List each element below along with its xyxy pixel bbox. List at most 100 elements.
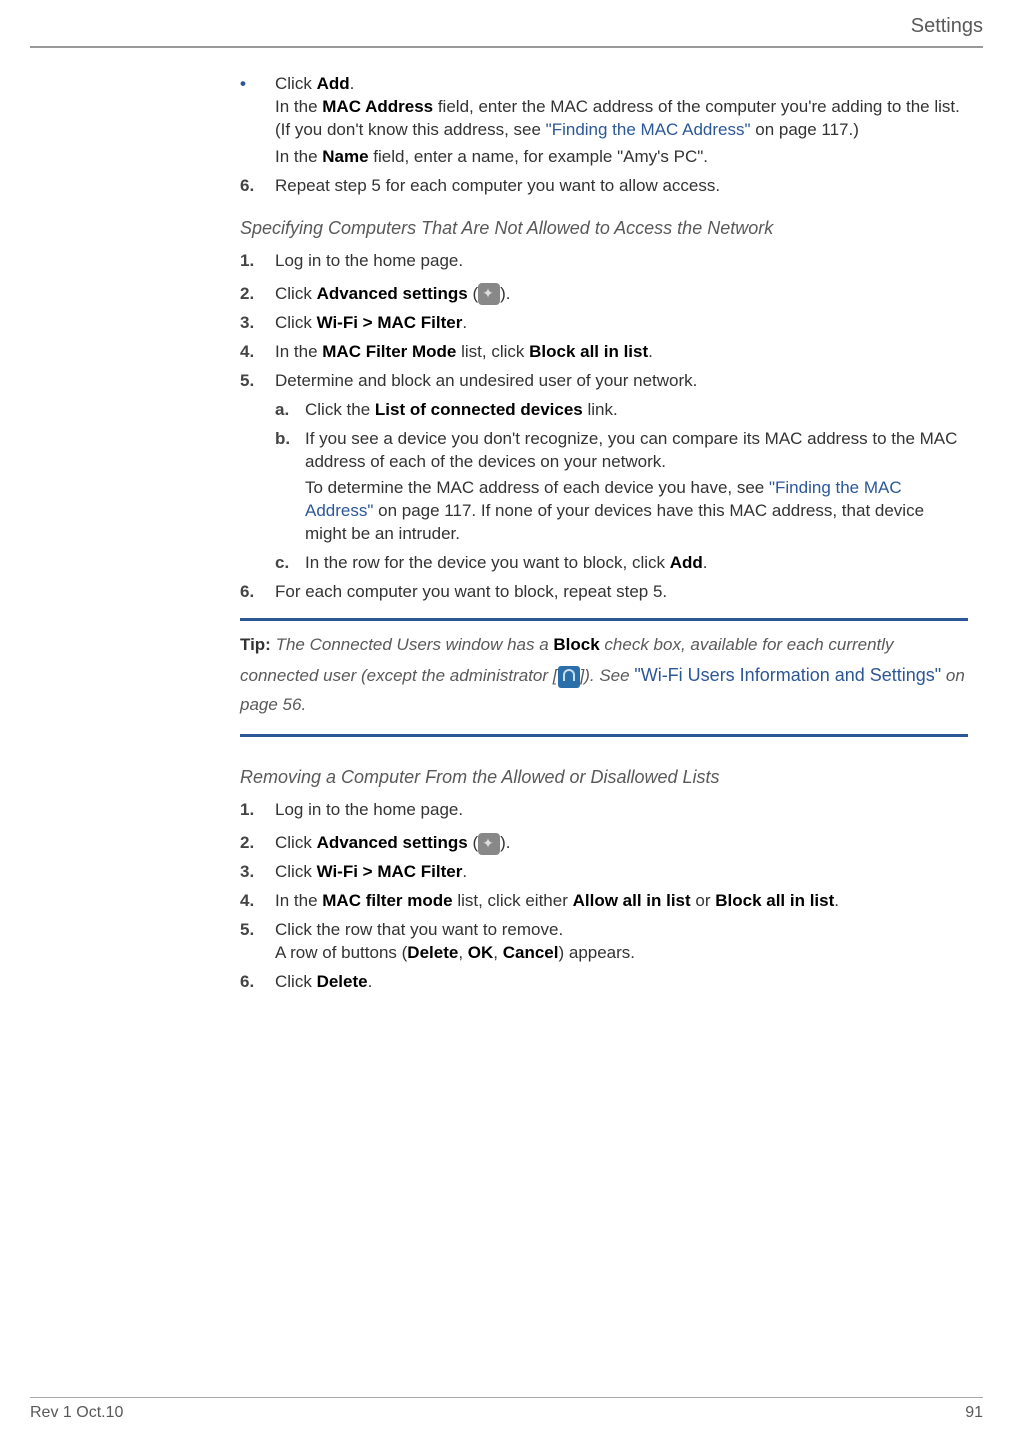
step-body: Click Wi-Fi > MAC Filter. bbox=[275, 861, 968, 884]
substep-body: In the row for the device you want to bl… bbox=[305, 552, 968, 575]
bold-text: Cancel bbox=[503, 943, 559, 962]
text: link. bbox=[583, 400, 618, 419]
step-number: 2. bbox=[240, 832, 275, 855]
bold-text: MAC filter mode bbox=[322, 891, 452, 910]
paragraph: In the MAC Address field, enter the MAC … bbox=[275, 96, 968, 142]
step-number: 3. bbox=[240, 312, 275, 335]
text: Click bbox=[275, 833, 317, 852]
bold-text: Wi-Fi > MAC Filter bbox=[317, 313, 463, 332]
bold-text: OK bbox=[468, 943, 494, 962]
page-footer: Rev 1 Oct.10 91 bbox=[30, 1397, 983, 1422]
step-body: Click Advanced settings (). bbox=[275, 832, 968, 855]
bold-text: Delete bbox=[317, 972, 368, 991]
text: The Connected Users window has a bbox=[276, 635, 554, 654]
bold-text: List of connected devices bbox=[375, 400, 583, 419]
text: . bbox=[462, 313, 467, 332]
tip-rule-bottom bbox=[240, 734, 968, 737]
bold-text: Name bbox=[322, 147, 368, 166]
content-area: • Click Add. In the MAC Address field, e… bbox=[240, 73, 968, 994]
step-4c: 4. In the MAC filter mode list, click ei… bbox=[240, 890, 968, 913]
text: Click the bbox=[305, 400, 375, 419]
header-rule bbox=[30, 46, 983, 48]
text: A row of buttons ( bbox=[275, 943, 407, 962]
step-body: For each computer you want to block, rep… bbox=[275, 581, 968, 604]
step-4: 4. In the MAC Filter Mode list, click Bl… bbox=[240, 341, 968, 364]
wrench-icon bbox=[478, 283, 500, 305]
step-number: 5. bbox=[240, 370, 275, 393]
text: Click bbox=[275, 74, 317, 93]
bold-text: Advanced settings bbox=[317, 284, 468, 303]
step-number: 6. bbox=[240, 581, 275, 604]
footer-rule bbox=[30, 1397, 983, 1398]
text: ). bbox=[500, 284, 510, 303]
text: field, enter a name, for example "Amy's … bbox=[369, 147, 708, 166]
bold-text: Add bbox=[670, 553, 703, 572]
text: Click bbox=[275, 284, 317, 303]
step-body: Click the row that you want to remove. A… bbox=[275, 919, 968, 965]
text: In the bbox=[275, 891, 322, 910]
subheading-removing: Removing a Computer From the Allowed or … bbox=[240, 765, 968, 789]
step-6b: 6. For each computer you want to block, … bbox=[240, 581, 968, 604]
text: ). bbox=[500, 833, 510, 852]
page: Settings • Click Add. In the MAC Address… bbox=[0, 0, 1013, 1442]
cross-reference-link[interactable]: "Finding the MAC Address" bbox=[546, 120, 751, 139]
text: Click bbox=[275, 862, 317, 881]
bold-text: Delete bbox=[407, 943, 458, 962]
step-2: 2. Click Advanced settings (). bbox=[240, 283, 968, 306]
step-2c: 2. Click Advanced settings (). bbox=[240, 832, 968, 855]
page-header-title: Settings bbox=[30, 15, 983, 46]
text: . bbox=[368, 972, 373, 991]
admin-icon bbox=[558, 666, 580, 688]
text: Click bbox=[275, 972, 317, 991]
paragraph: A row of buttons (Delete, OK, Cancel) ap… bbox=[275, 942, 968, 965]
bullet-item: • Click Add. In the MAC Address field, e… bbox=[240, 73, 968, 169]
text: list, click bbox=[456, 342, 529, 361]
text: on page 117. If none of your devices hav… bbox=[305, 501, 924, 543]
step-body: Repeat step 5 for each computer you want… bbox=[275, 175, 968, 198]
bold-text: Block all in list bbox=[529, 342, 648, 361]
step-1: 1. Log in to the home page. bbox=[240, 250, 968, 273]
step-number: 4. bbox=[240, 890, 275, 913]
step-5c: 5. Click the row that you want to remove… bbox=[240, 919, 968, 965]
substep-body: If you see a device you don't recognize,… bbox=[305, 428, 968, 547]
text: . bbox=[648, 342, 653, 361]
footer-page-number: 91 bbox=[965, 1404, 983, 1422]
bullet-body: Click Add. In the MAC Address field, ent… bbox=[275, 73, 968, 169]
tip-rule-top bbox=[240, 618, 968, 621]
text: Click the row that you want to remove. bbox=[275, 919, 968, 942]
step-5: 5. Determine and block an undesired user… bbox=[240, 370, 968, 393]
bold-text: MAC Address bbox=[322, 97, 433, 116]
text: ]). See bbox=[580, 666, 635, 685]
cross-reference-link[interactable]: "Wi-Fi Users Information and Settings" bbox=[634, 665, 941, 685]
step-6c: 6. Click Delete. bbox=[240, 971, 968, 994]
text: ( bbox=[468, 833, 478, 852]
text: In the bbox=[275, 147, 322, 166]
text: list, click either bbox=[453, 891, 573, 910]
step-6: 6. Repeat step 5 for each computer you w… bbox=[240, 175, 968, 198]
substep-b: b. If you see a device you don't recogni… bbox=[275, 428, 968, 547]
step-number: 1. bbox=[240, 250, 275, 273]
step-number: 3. bbox=[240, 861, 275, 884]
sub-steps: a. Click the List of connected devices l… bbox=[275, 399, 968, 576]
text: . bbox=[703, 553, 708, 572]
text: ( bbox=[468, 284, 478, 303]
step-number: 2. bbox=[240, 283, 275, 306]
step-body: Determine and block an undesired user of… bbox=[275, 370, 968, 393]
text: . bbox=[834, 891, 839, 910]
text: . bbox=[462, 862, 467, 881]
step-number: 6. bbox=[240, 175, 275, 198]
bold-text: Advanced settings bbox=[317, 833, 468, 852]
step-number: 6. bbox=[240, 971, 275, 994]
paragraph: In the Name field, enter a name, for exa… bbox=[275, 146, 968, 169]
bold-text: Block all in list bbox=[715, 891, 834, 910]
wrench-icon bbox=[478, 833, 500, 855]
text: In the bbox=[275, 342, 322, 361]
text: on page 117.) bbox=[751, 120, 859, 139]
bold-text: Wi-Fi > MAC Filter bbox=[317, 862, 463, 881]
step-1c: 1. Log in to the home page. bbox=[240, 799, 968, 822]
substep-marker: a. bbox=[275, 399, 305, 422]
subheading-not-allowed: Specifying Computers That Are Not Allowe… bbox=[240, 216, 968, 240]
step-number: 1. bbox=[240, 799, 275, 822]
tip-label: Tip: bbox=[240, 635, 276, 654]
substep-body: Click the List of connected devices link… bbox=[305, 399, 968, 422]
